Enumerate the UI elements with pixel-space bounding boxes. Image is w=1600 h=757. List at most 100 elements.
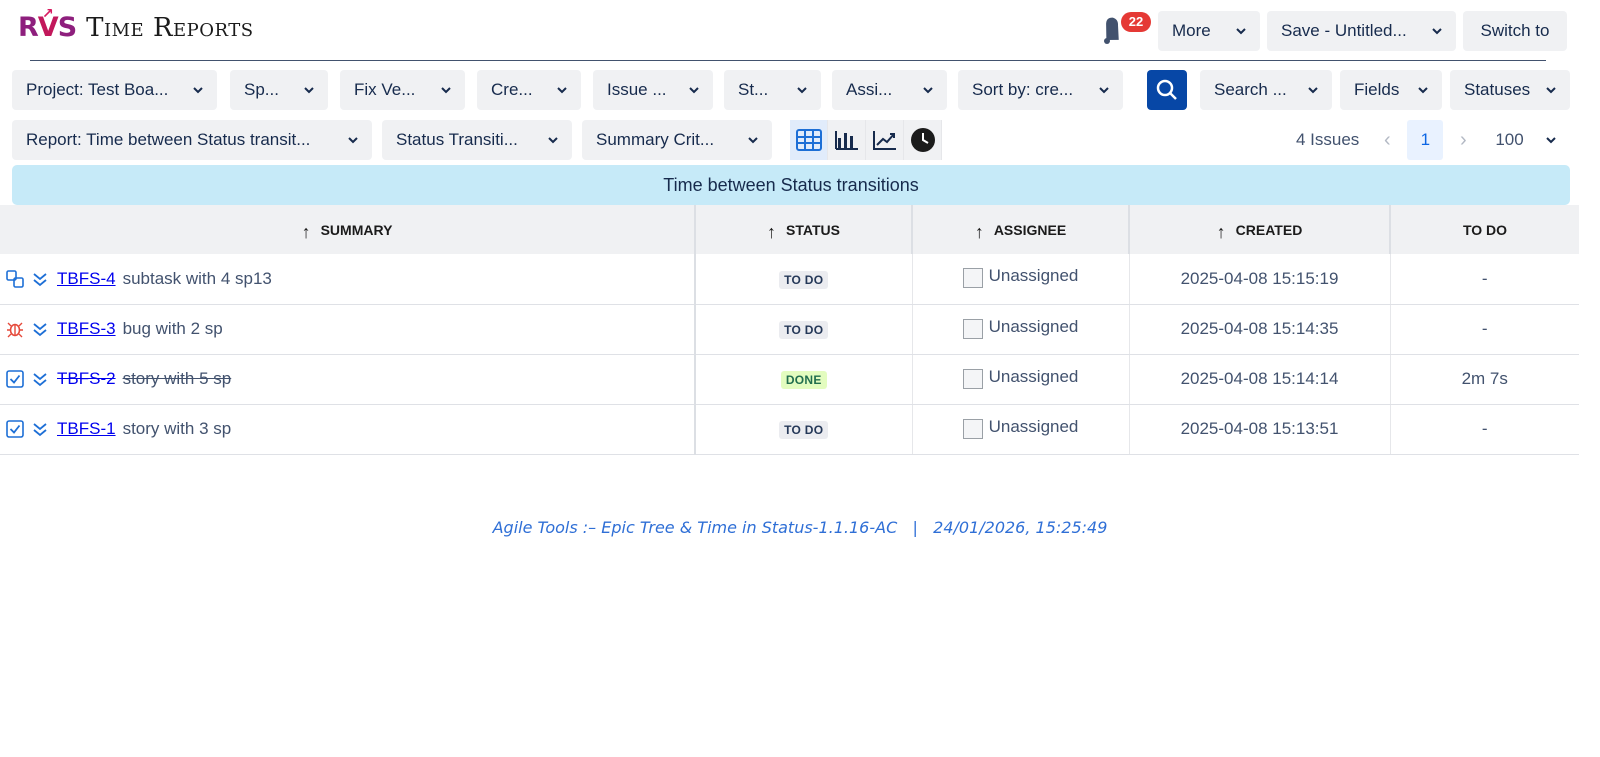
chevron-down-icon <box>1418 87 1428 94</box>
issue-type-filter[interactable]: Issue ... <box>593 70 713 110</box>
chevron-down-icon <box>1236 28 1246 35</box>
summary-cell: TBFS-3 bug with 2 sp <box>0 304 696 355</box>
issues-table: ↑ SUMMARY ↑ STATUS ↑ ASSIGNEE ↑ CREATED TO D… <box>0 205 1579 455</box>
summary-cell: TBFS-4 subtask with 4 sp13 <box>0 254 696 305</box>
issue-summary-text: story with 5 sp <box>122 369 232 388</box>
next-page-icon[interactable]: › <box>1449 129 1477 152</box>
search-button[interactable] <box>1147 70 1187 110</box>
summary-criteria-label: Summary Crit... <box>596 130 715 149</box>
subtask-icon <box>6 269 24 288</box>
avatar <box>962 268 983 289</box>
save-button[interactable]: Save - Untitled... <box>1267 11 1456 51</box>
footer-version-info: Agile Tools :– Epic Tree & Time in Statu… <box>492 518 1108 537</box>
assignee-cell: Unassigned <box>912 404 1130 455</box>
assignee-filter[interactable]: Assi... <box>832 70 947 110</box>
clock-view-icon[interactable] <box>904 120 942 160</box>
page-size-select[interactable]: 100 <box>1495 130 1556 150</box>
assignee-name: Unassigned <box>988 266 1079 286</box>
prev-page-icon[interactable]: ‹ <box>1373 129 1401 152</box>
project-filter[interactable]: Project: Test Boa... <box>12 70 217 110</box>
project-filter-label: Project: Test Boa... <box>26 80 169 99</box>
fields-dropdown[interactable]: Fields <box>1340 70 1442 110</box>
column-header-status[interactable]: ↑ STATUS <box>695 205 913 254</box>
more-button[interactable]: More <box>1158 11 1260 51</box>
search-icon <box>1156 79 1177 100</box>
current-page-button[interactable]: 1 <box>1407 120 1444 160</box>
table-view-icon[interactable] <box>790 120 828 160</box>
sort-up-icon: ↑ <box>301 222 311 242</box>
issue-summary-text: subtask with 4 sp13 <box>122 268 272 288</box>
switch-to-button[interactable]: Switch to <box>1463 11 1567 51</box>
issue-key-link[interactable]: TBFS-1 <box>57 419 116 439</box>
chevron-down-icon <box>441 87 451 94</box>
bar-chart-view-icon[interactable] <box>828 120 866 160</box>
avatar <box>962 318 983 339</box>
column-header-created[interactable]: ↑ CREATED <box>1129 205 1391 254</box>
fix-version-filter[interactable]: Fix Ve... <box>340 70 465 110</box>
line-chart-view-icon[interactable] <box>866 120 904 160</box>
todo-duration-cell: - <box>1390 304 1579 355</box>
chevron-down-icon <box>1099 87 1109 94</box>
column-header-assignee[interactable]: ↑ ASSIGNEE <box>912 205 1130 254</box>
search-field-dropdown[interactable]: Search ... <box>1200 70 1332 110</box>
notification-badge: 22 <box>1121 12 1151 32</box>
statuses-label: Statuses <box>1464 80 1531 99</box>
created-cell: 2025-04-08 15:14:35 <box>1129 304 1391 355</box>
chevron-down-icon <box>548 137 558 144</box>
issue-count: 4 Issues <box>1296 130 1360 149</box>
sprint-filter[interactable]: Sp... <box>230 70 328 110</box>
summary-criteria-selector[interactable]: Summary Crit... <box>582 120 772 160</box>
created-filter[interactable]: Cre... <box>477 70 581 110</box>
issue-summary-text: story with 3 sp <box>122 419 232 438</box>
chevron-down-icon <box>193 87 203 94</box>
statuses-dropdown[interactable]: Statuses <box>1450 70 1570 110</box>
created-cell: 2025-04-08 15:14:14 <box>1129 354 1391 405</box>
sort-up-icon: ↑ <box>767 222 777 242</box>
issue-key-link[interactable]: TBFS-2 <box>57 369 116 389</box>
view-switcher <box>790 120 942 160</box>
issue-type-filter-label: Issue ... <box>607 80 667 99</box>
status-cell: TO DO <box>695 254 913 305</box>
issue-key-link[interactable]: TBFS-4 <box>57 269 116 289</box>
column-header-summary[interactable]: ↑ SUMMARY <box>0 205 696 254</box>
column-header-todo[interactable]: TO DO <box>1390 205 1579 254</box>
story-checkbox-icon <box>6 370 24 388</box>
logo-letter-s: S <box>57 12 77 43</box>
status-cell: TO DO <box>695 404 913 455</box>
brand: RVS ↗ Time Reports <box>18 6 254 43</box>
top-bar: RVS ↗ Time Reports 22 More Save - Untitl… <box>0 0 1600 64</box>
status-lozenge: TO DO <box>779 421 829 439</box>
issue-key-link[interactable]: TBFS-3 <box>57 319 116 339</box>
summary-cell: TBFS-2 story with 5 sp <box>0 354 696 405</box>
report-selector[interactable]: Report: Time between Status transit... <box>12 120 372 160</box>
todo-duration-cell: - <box>1390 254 1579 305</box>
save-label: Save - Untitled... <box>1281 21 1407 40</box>
story-checkbox-icon <box>6 420 24 438</box>
status-filter[interactable]: St... <box>724 70 821 110</box>
switch-label: Switch to <box>1480 21 1550 40</box>
page-title: Time Reports <box>86 12 254 43</box>
priority-lowest-icon <box>32 321 48 337</box>
search-dropdown-label: Search ... <box>1214 80 1287 99</box>
logo-letter-r: R <box>18 12 39 43</box>
chevron-down-icon <box>304 87 314 94</box>
sprint-filter-label: Sp... <box>244 80 279 99</box>
table-header-row: ↑ SUMMARY ↑ STATUS ↑ ASSIGNEE ↑ CREATED TO D… <box>0 205 1579 254</box>
chevron-down-icon <box>1308 87 1318 94</box>
fix-version-filter-label: Fix Ve... <box>354 80 416 99</box>
logo-arrow-icon: ↗ <box>42 6 54 22</box>
status-transitions-label: Status Transiti... <box>396 130 518 149</box>
assignee-cell: Unassigned <box>912 254 1130 305</box>
chevron-down-icon <box>923 87 933 94</box>
sort-by-filter[interactable]: Sort by: cre... <box>958 70 1123 110</box>
priority-lowest-icon <box>32 371 48 387</box>
todo-duration-cell: - <box>1390 404 1579 455</box>
assignee-cell: Unassigned <box>912 304 1130 355</box>
created-filter-label: Cre... <box>491 80 533 99</box>
todo-duration-cell: 2m 7s <box>1390 354 1579 405</box>
rvs-logo: RVS ↗ <box>18 6 77 43</box>
status-cell: TO DO <box>695 304 913 355</box>
more-label: More <box>1172 21 1211 40</box>
status-transitions-selector[interactable]: Status Transiti... <box>382 120 572 160</box>
status-cell: DONE <box>695 354 913 405</box>
